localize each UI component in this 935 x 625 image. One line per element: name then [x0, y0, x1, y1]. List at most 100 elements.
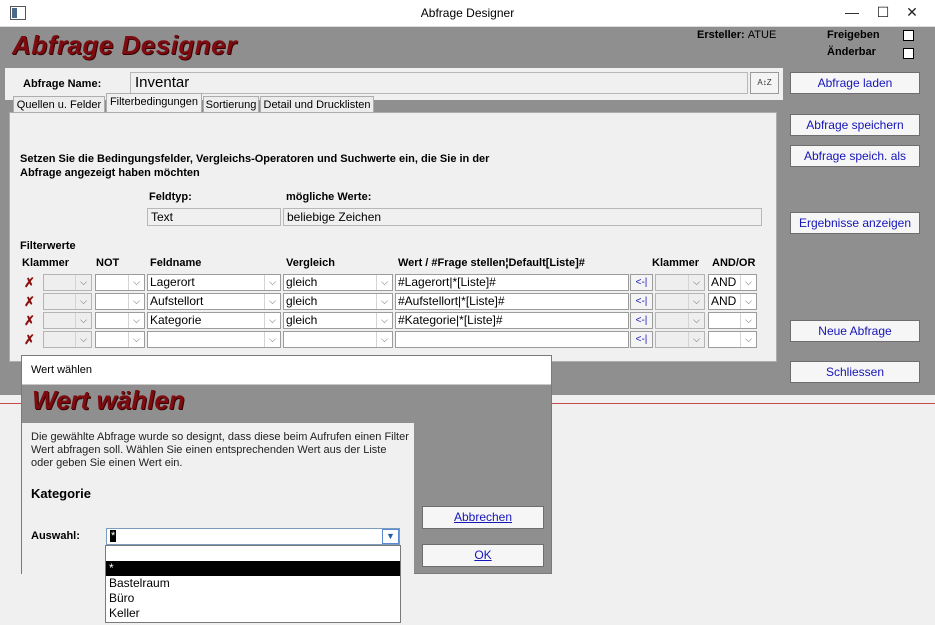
field-name-select[interactable]: ⌵: [147, 331, 281, 348]
tab-filter-conditions[interactable]: Filterbedingungen: [106, 93, 202, 113]
bracket-open-select[interactable]: ⌵: [43, 274, 92, 291]
instructions-text: Setzen Sie die Bedingungsfelder, Verglei…: [20, 153, 490, 165]
and-or-select[interactable]: ⌵: [708, 331, 757, 348]
delete-row-icon[interactable]: ✗: [21, 331, 38, 348]
show-results-button[interactable]: Ergebnisse anzeigen: [790, 212, 920, 234]
tab-detail-print-lists[interactable]: Detail und Drucklisten: [260, 96, 374, 113]
tab-sources-fields[interactable]: Quellen u. Felder: [13, 96, 105, 113]
chevron-down-icon[interactable]: ⌵: [128, 332, 144, 347]
save-query-button[interactable]: Abfrage speichern: [790, 114, 920, 136]
tab-sorting[interactable]: Sortierung: [203, 96, 259, 113]
field-name-value: Kategorie: [150, 313, 202, 327]
chevron-down-icon[interactable]: ⌵: [376, 332, 392, 347]
col-and-or: AND/OR: [712, 257, 756, 269]
chevron-down-icon[interactable]: ⌵: [75, 294, 91, 309]
pick-value-button[interactable]: <-|: [630, 274, 653, 291]
creator-label: Ersteller: ATUE: [697, 29, 777, 41]
changeable-label: Änderbar: [827, 46, 876, 58]
bracket-close-select[interactable]: ⌵: [655, 293, 705, 310]
bracket-close-select[interactable]: ⌵: [655, 312, 705, 329]
not-select[interactable]: ⌵: [95, 312, 145, 329]
chevron-down-icon[interactable]: ⌵: [376, 275, 392, 290]
value-input[interactable]: #Lagerort|*[Liste]#: [395, 274, 629, 291]
field-name-select[interactable]: Aufstellort ⌵: [147, 293, 281, 310]
value-input[interactable]: #Aufstellort|*[Liste]#: [395, 293, 629, 310]
release-checkbox[interactable]: [903, 30, 914, 41]
chevron-down-icon[interactable]: ⌵: [128, 294, 144, 309]
chevron-down-icon[interactable]: ⌵: [688, 294, 704, 309]
minimize-icon[interactable]: —: [838, 2, 866, 22]
cancel-button[interactable]: Abbrechen: [422, 506, 544, 529]
ok-button[interactable]: OK: [422, 544, 544, 567]
changeable-checkbox[interactable]: [903, 48, 914, 59]
dropdown-option[interactable]: *: [106, 561, 400, 576]
selection-dropdown-list: * Bastelraum Büro Keller: [105, 545, 401, 623]
selection-combobox[interactable]: * ▼: [106, 528, 400, 545]
sort-az-button[interactable]: A↕Z: [750, 72, 779, 94]
and-or-select[interactable]: AND ⌵: [708, 274, 757, 291]
chevron-down-icon[interactable]: ⌵: [75, 332, 91, 347]
dropdown-option[interactable]: Keller: [106, 606, 400, 621]
chevron-down-icon[interactable]: ⌵: [264, 275, 280, 290]
query-name-input[interactable]: Inventar: [130, 72, 748, 94]
chevron-down-icon[interactable]: ⌵: [688, 275, 704, 290]
chevron-down-icon[interactable]: ⌵: [740, 275, 756, 290]
value-input[interactable]: [395, 331, 629, 348]
chevron-down-icon[interactable]: ⌵: [264, 332, 280, 347]
pick-value-button[interactable]: <-|: [630, 312, 653, 329]
not-select[interactable]: ⌵: [95, 331, 145, 348]
field-name-value: Aufstellort: [150, 294, 204, 308]
bracket-close-select[interactable]: ⌵: [655, 331, 705, 348]
chevron-down-icon[interactable]: ⌵: [376, 313, 392, 328]
chevron-down-icon[interactable]: ⌵: [264, 313, 280, 328]
dropdown-option[interactable]: [106, 546, 400, 561]
dropdown-option[interactable]: Büro: [106, 591, 400, 606]
field-name-select[interactable]: Lagerort ⌵: [147, 274, 281, 291]
compare-value: gleich: [286, 313, 318, 327]
bracket-open-select[interactable]: ⌵: [43, 312, 92, 329]
save-query-as-button[interactable]: Abfrage speich. als: [790, 145, 920, 167]
col-value: Wert / #Frage stellen¦Default[Liste]#: [398, 257, 585, 269]
compare-select[interactable]: gleich ⌵: [283, 293, 393, 310]
col-bracket-close: Klammer: [652, 257, 700, 269]
chevron-down-icon[interactable]: ⌵: [75, 275, 91, 290]
chevron-down-icon[interactable]: ⌵: [75, 313, 91, 328]
chevron-down-icon[interactable]: ▼: [382, 529, 399, 544]
bracket-open-select[interactable]: ⌵: [43, 293, 92, 310]
chevron-down-icon[interactable]: ⌵: [688, 313, 704, 328]
chevron-down-icon[interactable]: ⌵: [740, 294, 756, 309]
chevron-down-icon[interactable]: ⌵: [376, 294, 392, 309]
field-name-select[interactable]: Kategorie ⌵: [147, 312, 281, 329]
bracket-open-select[interactable]: ⌵: [43, 331, 92, 348]
chevron-down-icon[interactable]: ⌵: [264, 294, 280, 309]
maximize-icon[interactable]: ☐: [869, 2, 897, 22]
load-query-button[interactable]: Abfrage laden: [790, 72, 920, 94]
not-select[interactable]: ⌵: [95, 293, 145, 310]
chevron-down-icon[interactable]: ⌵: [128, 313, 144, 328]
delete-row-icon[interactable]: ✗: [21, 312, 38, 329]
value-input[interactable]: #Kategorie|*[Liste]#: [395, 312, 629, 329]
dialog-category: Kategorie: [31, 486, 91, 501]
chevron-down-icon[interactable]: ⌵: [688, 332, 704, 347]
compare-select[interactable]: gleich ⌵: [283, 312, 393, 329]
chevron-down-icon[interactable]: ⌵: [740, 332, 756, 347]
not-select[interactable]: ⌵: [95, 274, 145, 291]
close-form-button[interactable]: Schliessen: [790, 361, 920, 383]
pick-value-button[interactable]: <-|: [630, 331, 653, 348]
compare-select[interactable]: ⌵: [283, 331, 393, 348]
compare-select[interactable]: gleich ⌵: [283, 274, 393, 291]
delete-row-icon[interactable]: ✗: [21, 274, 38, 291]
compare-value: gleich: [286, 275, 318, 289]
and-or-select[interactable]: AND ⌵: [708, 293, 757, 310]
new-query-button[interactable]: Neue Abfrage: [790, 320, 920, 342]
dropdown-option[interactable]: Bastelraum: [106, 576, 400, 591]
and-or-select[interactable]: ⌵: [708, 312, 757, 329]
chevron-down-icon[interactable]: ⌵: [128, 275, 144, 290]
chevron-down-icon[interactable]: ⌵: [740, 313, 756, 328]
bracket-close-select[interactable]: ⌵: [655, 274, 705, 291]
dialog-description: Die gewählte Abfrage wurde so designt, d…: [31, 431, 409, 469]
close-icon[interactable]: ✕: [898, 2, 926, 22]
delete-row-icon[interactable]: ✗: [21, 293, 38, 310]
pick-value-button[interactable]: <-|: [630, 293, 653, 310]
possible-values-value: beliebige Zeichen: [283, 208, 762, 226]
